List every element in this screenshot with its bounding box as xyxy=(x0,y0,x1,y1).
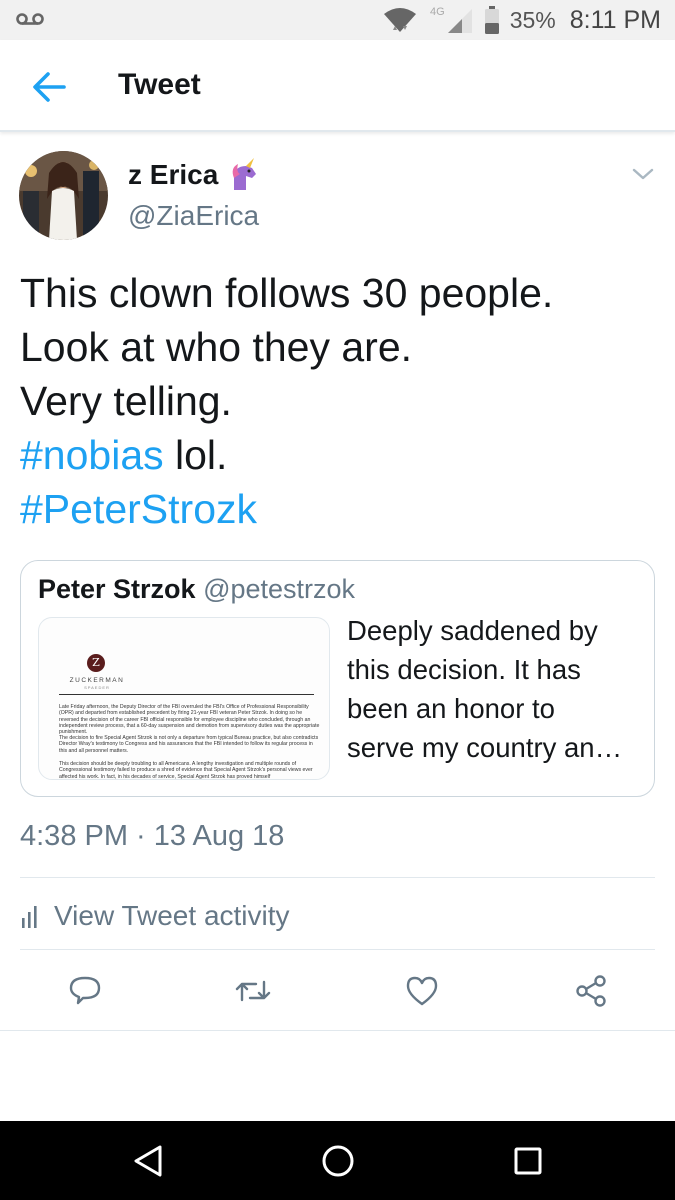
status-time: 8:11 PM xyxy=(569,5,661,34)
voicemail-icon xyxy=(16,13,44,25)
tweet-line-text: lol. xyxy=(163,432,228,478)
divider xyxy=(0,1030,675,1031)
tweet-line: This clown follows 30 people. xyxy=(20,270,554,316)
tweet-timestamp: 4:38 PM · 13 Aug 18 xyxy=(20,820,285,852)
nav-back-button[interactable] xyxy=(128,1141,168,1181)
back-arrow-icon xyxy=(33,72,66,102)
share-button[interactable] xyxy=(571,973,611,1009)
divider xyxy=(20,877,655,878)
quoted-text-line: this decision. It has xyxy=(347,654,581,685)
heart-icon xyxy=(406,976,438,1006)
retweet-button[interactable] xyxy=(233,973,273,1009)
law-firm-name: ZUCKERMAN xyxy=(69,677,125,684)
network-type: 4G xyxy=(430,6,445,18)
quoted-text-line: been an honor to xyxy=(347,693,555,724)
quoted-tweet-header: Peter Strzok @petestrzok xyxy=(38,574,355,605)
chevron-down-icon xyxy=(632,168,654,180)
status-bar: 4G 35% 8:11 PM xyxy=(0,0,675,40)
reply-icon xyxy=(69,976,101,1005)
quoted-tweet-text: Deeply saddened by this decision. It has… xyxy=(347,611,637,767)
author-handle[interactable]: @ZiaErica xyxy=(128,200,259,232)
divider xyxy=(20,949,655,950)
hashtag-link[interactable]: #PeterStrozk xyxy=(20,486,257,532)
android-navigation-bar xyxy=(0,1121,675,1200)
wifi-icon xyxy=(383,8,416,32)
tweet-line: Very telling. xyxy=(20,378,232,424)
view-tweet-activity-link[interactable]: View Tweet activity xyxy=(20,898,290,934)
battery-icon xyxy=(484,6,499,34)
back-triangle-icon xyxy=(134,1145,162,1177)
home-circle-icon xyxy=(322,1145,354,1177)
hashtag-link[interactable]: #nobias xyxy=(20,432,164,478)
nav-home-button[interactable] xyxy=(318,1141,358,1181)
tweet-text: This clown follows 30 people. Look at wh… xyxy=(20,266,650,536)
document-paragraph: This decision should be deeply troubling… xyxy=(59,761,313,780)
signal-icon: 4G xyxy=(430,6,472,33)
avatar[interactable] xyxy=(19,151,108,240)
view-tweet-activity-label: View Tweet activity xyxy=(54,900,290,931)
document-paragraph: The decision to fire Special Agent Strzo… xyxy=(59,735,319,754)
tweet-line: #nobias lol. xyxy=(20,428,650,482)
share-icon xyxy=(576,975,606,1007)
quoted-text-line: serve my country an… xyxy=(347,732,623,763)
recents-square-icon xyxy=(514,1147,542,1175)
bar-chart-icon xyxy=(22,906,37,928)
quoted-tweet-card[interactable]: Peter Strzok @petestrzok Z ZUCKERMAN SPA… xyxy=(20,560,655,797)
quoted-text-line: Deeply saddened by xyxy=(347,615,598,646)
law-firm-logo: Z xyxy=(87,654,105,672)
quoted-author-name: Peter Strzok xyxy=(38,574,196,604)
tweet-line: Look at who they are. xyxy=(20,324,413,370)
unicorn-icon xyxy=(232,158,257,190)
document-rule xyxy=(59,694,314,695)
retweet-icon xyxy=(235,980,271,1002)
tweet-menu-button[interactable] xyxy=(631,166,655,182)
nav-recents-button[interactable] xyxy=(508,1141,548,1181)
avatar-photo xyxy=(19,151,108,240)
back-button[interactable] xyxy=(26,64,72,110)
author-name-text: z Erica xyxy=(128,159,219,190)
reply-button[interactable] xyxy=(65,973,105,1009)
tweet-line: #PeterStrozk xyxy=(20,482,650,536)
page-title: Tweet xyxy=(118,68,201,101)
quoted-tweet-image[interactable]: Z ZUCKERMAN SPAEDER Late Friday afternoo… xyxy=(38,617,330,780)
quoted-author-handle: @petestrzok xyxy=(203,574,356,604)
tweet-actions-bar xyxy=(0,965,675,1015)
app-header: Tweet xyxy=(0,40,675,132)
author-name[interactable]: z Erica xyxy=(128,158,260,192)
law-firm-subname: SPAEDER xyxy=(84,685,110,690)
like-button[interactable] xyxy=(402,973,442,1009)
battery-percentage: 35% xyxy=(509,6,556,33)
document-paragraph: Late Friday afternoon, the Deputy Direct… xyxy=(59,704,320,736)
